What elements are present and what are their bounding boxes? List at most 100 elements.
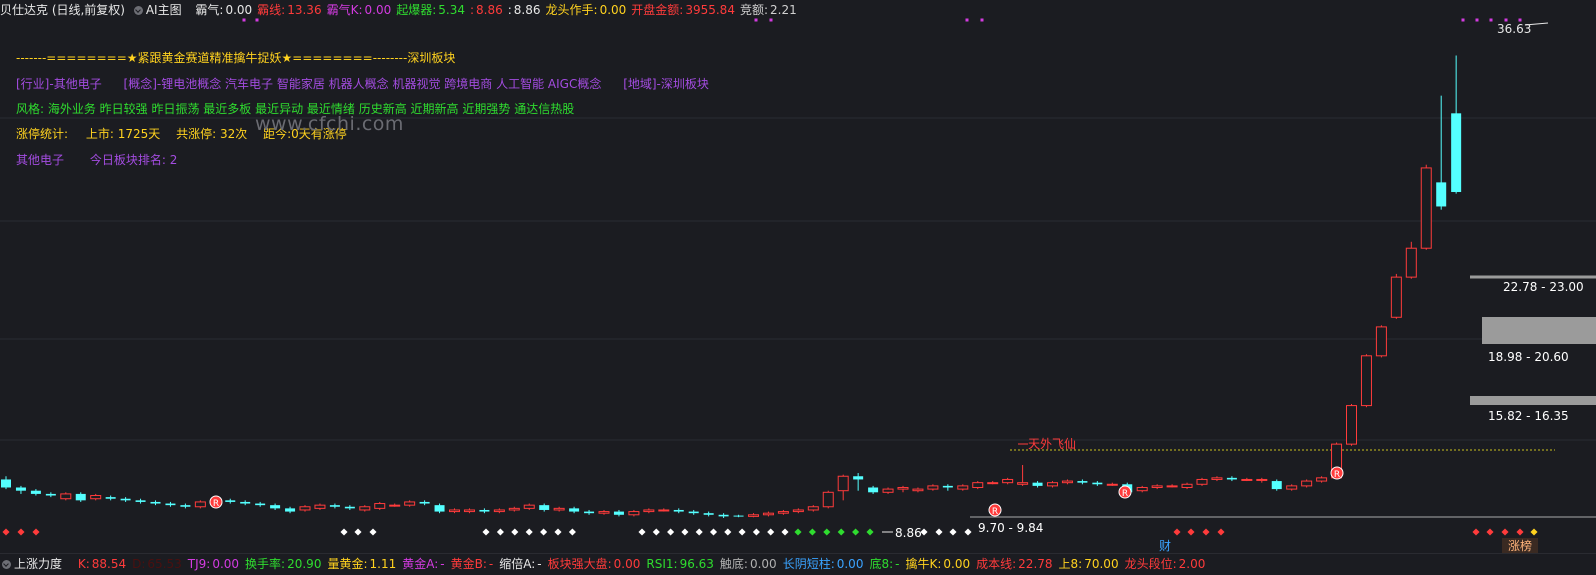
dropdown-icon — [2, 560, 11, 569]
top-indicator-item: :8.86 — [470, 0, 503, 20]
signal-diamond — [1187, 528, 1195, 536]
signal-diamond — [369, 528, 377, 536]
candle-body — [329, 505, 340, 507]
bottom-indicator-item: 黄金A: - — [402, 554, 444, 575]
bottom-indicator-label: 板块强大盘: — [547, 557, 612, 571]
top-indicator-item: :8.86 — [508, 0, 541, 20]
candle-body — [1301, 480, 1313, 487]
candle-body — [628, 511, 640, 516]
candle-body — [434, 505, 445, 512]
top-indicator-label: 霸气: — [195, 3, 224, 17]
signal-diamond — [949, 528, 957, 536]
signal-diamond — [2, 528, 10, 536]
signal-diamond — [837, 528, 845, 536]
signal-diamond — [511, 528, 519, 536]
top-indicator-label: : — [469, 3, 475, 17]
bottom-indicator-item: 成本线: 22.78 — [976, 554, 1052, 575]
bottom-indicator-item: 缩倍A: - — [499, 554, 541, 575]
bottom-indicator-value: - — [537, 557, 542, 571]
signal-diamond — [808, 528, 816, 536]
candle-body — [493, 509, 505, 513]
sector-name: 其他电子 — [16, 153, 65, 167]
top-indicator-label: 起爆器: — [396, 3, 437, 17]
bottom-indicator-item: 换手率: 20.90 — [245, 554, 321, 575]
candle-body — [1436, 182, 1447, 207]
signal-diamond — [482, 528, 490, 536]
signal-r-label: R — [213, 499, 219, 509]
price-label: 18.98 - 20.60 — [1488, 350, 1569, 364]
candle-body — [703, 513, 714, 515]
bottom-indicator-item: 擒牛K: 0.00 — [905, 554, 970, 575]
candle-body — [30, 490, 41, 494]
bottom-indicator-value: 1.11 — [369, 557, 397, 571]
listed-days: 上市: 1725天 — [85, 127, 161, 141]
top-indicator-value: 13.36 — [287, 3, 322, 17]
candle-body — [255, 503, 266, 506]
signal-diamond — [1173, 528, 1181, 536]
signal-r-label: R — [1334, 470, 1340, 480]
candle-body — [807, 506, 819, 511]
signal-diamond — [724, 528, 732, 536]
bottom-indicator-item: 量黄金: 1.11 — [327, 554, 396, 575]
candle-body — [733, 515, 744, 517]
sector-rank-line: 其他电子 今日板块排名: 2 — [16, 151, 183, 168]
top-indicator-value: 3955.84 — [685, 3, 735, 17]
top-indicator-value: 0.00 — [225, 3, 253, 17]
top-indicator-value: 0.00 — [599, 3, 627, 17]
candle-body — [912, 488, 924, 492]
concept-tag[interactable]: [概念]-锂电池概念 汽车电子 智能家居 机器人概念 机器视觉 跨境电商 人工智… — [124, 77, 602, 91]
candle-body — [643, 509, 655, 513]
candle-body — [120, 498, 131, 501]
signal-diamond — [1217, 528, 1225, 536]
signal-diamond — [866, 528, 874, 536]
signal-diamond — [1501, 528, 1509, 536]
top-indicator-item: 竞额: 2.21 — [740, 0, 797, 20]
bottom-indicator-item: TJ9: 0.00 — [188, 554, 239, 575]
top-indicator-label: : — [507, 3, 512, 17]
candle-body — [314, 504, 326, 509]
top-indicator-item: 霸气: 0.00 — [195, 0, 252, 20]
candle-body — [1271, 481, 1282, 490]
banner-line: -------========★紧跟黄金赛道精准擒牛捉妖★========---… — [16, 51, 456, 65]
candle-body — [240, 501, 251, 504]
industry-tag[interactable]: [行业]-其他电子 — [16, 77, 102, 91]
candle-body — [1, 479, 11, 488]
pattern-annotation: 天外飞仙 — [1028, 437, 1076, 451]
signal-diamond — [1472, 528, 1480, 536]
candle-body — [270, 505, 281, 509]
ai-main-chart-toggle[interactable]: AI主图 — [133, 0, 187, 20]
bottom-indicator-value: 22.78 — [1018, 557, 1053, 571]
bottom-indicator-value: - — [488, 557, 494, 571]
signal-diamond — [823, 528, 831, 536]
top-indicator-item: 开盘金额: 3955.84 — [631, 0, 735, 20]
price-label: 8.86 — [895, 526, 922, 540]
bottom-indicator-label: 缩倍A: — [499, 557, 536, 571]
indicator-selector[interactable]: 上涨力度 — [2, 554, 68, 575]
bottom-indicator-bar: 上涨力度 K: 88.54 D: 65.53 TJ9: 0.00 换手率: 20.90 量黄金:… — [0, 553, 1596, 575]
top-indicator-item: 霸气K: 0.00 — [327, 0, 392, 20]
candle-body — [344, 506, 355, 509]
signal-diamond — [17, 528, 25, 536]
signal-diamond — [554, 528, 562, 536]
top-indicator-label: 霸气K: — [326, 3, 363, 17]
stock-title[interactable]: 贝仕达克 (日线,前复权) — [0, 0, 125, 20]
candle-body — [539, 505, 550, 510]
resistance-zone — [1470, 396, 1596, 405]
candle-body — [1286, 485, 1298, 490]
region-tag[interactable]: [地域]-深圳板块 — [623, 77, 709, 91]
candle-body — [1047, 482, 1058, 487]
candle-body — [598, 511, 610, 514]
price-label: 15.82 - 16.35 — [1488, 409, 1569, 423]
candle-body — [180, 505, 191, 507]
candle-body — [882, 488, 894, 493]
top-indicator-value: 8.86 — [476, 3, 503, 17]
candle-body — [1106, 483, 1118, 486]
candle-body — [1136, 486, 1148, 492]
candle-body — [75, 493, 86, 501]
bottom-indicator-label: 长阴短柱: — [782, 557, 835, 571]
bottom-indicator-label: 上8: — [1058, 557, 1083, 571]
signal-r-label: R — [992, 507, 998, 517]
signal-diamond — [496, 528, 504, 536]
candle-body — [389, 504, 401, 507]
candle-body — [90, 495, 102, 500]
